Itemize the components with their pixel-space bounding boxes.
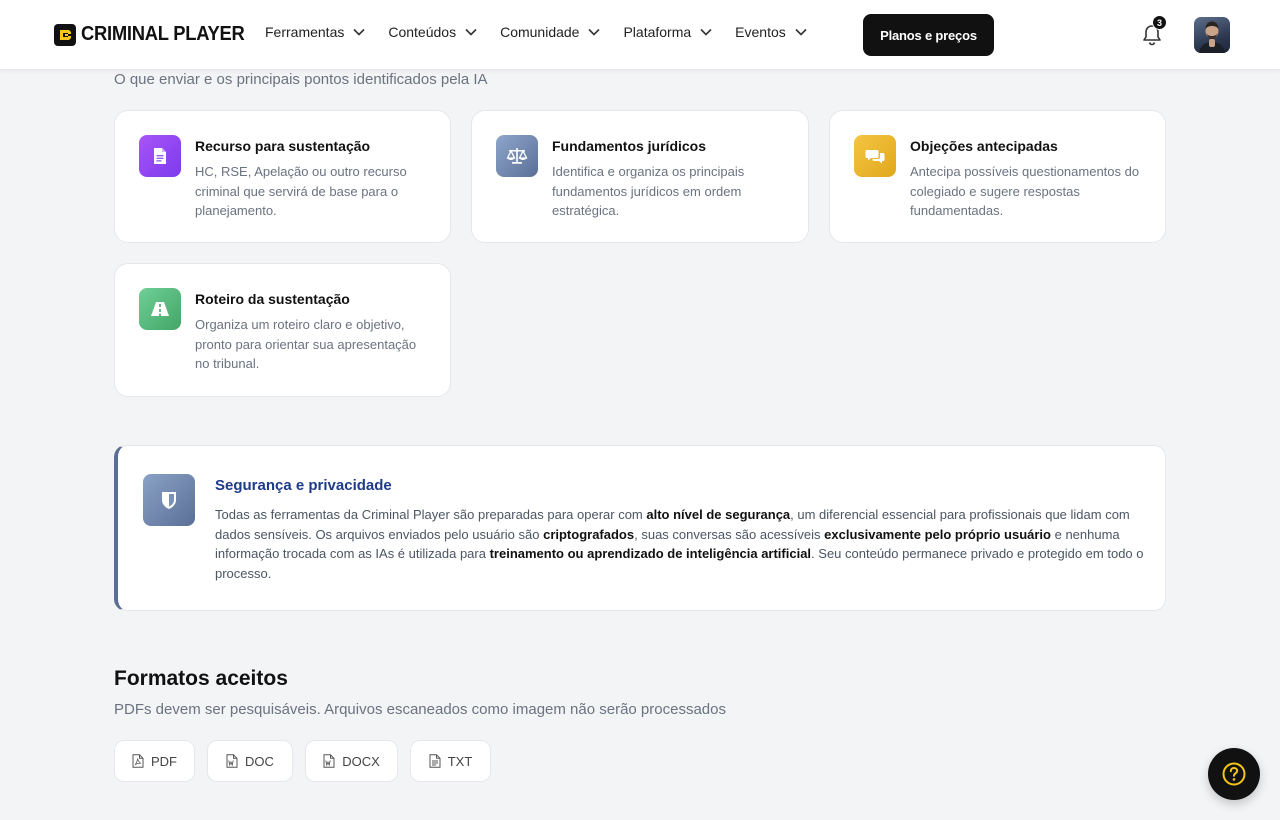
nav-item-eventos[interactable]: Eventos bbox=[735, 24, 809, 40]
chevron-down-icon bbox=[353, 28, 365, 36]
nav-item-plataforma[interactable]: Plataforma bbox=[623, 24, 714, 40]
shield-icon bbox=[143, 474, 195, 526]
chevron-down-icon bbox=[795, 28, 807, 36]
card-title: Objeções antecipadas bbox=[910, 138, 1058, 154]
chat-bubbles-icon bbox=[854, 135, 896, 177]
format-label: DOCX bbox=[342, 753, 380, 769]
section-subtitle: O que enviar e os principais pontos iden… bbox=[114, 71, 488, 88]
card-title: Recurso para sustentação bbox=[195, 138, 371, 154]
brand-logo[interactable]: CRIMINAL PLAYER bbox=[54, 23, 259, 46]
text-file-icon bbox=[429, 754, 441, 768]
format-label: TXT bbox=[447, 753, 473, 769]
brand-name: CRIMINAL PLAYER bbox=[81, 23, 245, 45]
nav-item-conteudos[interactable]: Conteúdos bbox=[388, 24, 479, 40]
format-chip-doc: DOC bbox=[207, 740, 293, 782]
emphasis-text: alto nível de segurança bbox=[646, 507, 791, 522]
nav-label: Conteúdos bbox=[388, 24, 457, 40]
security-title: Segurança e privacidade bbox=[215, 477, 392, 494]
pdf-file-icon bbox=[132, 754, 144, 768]
feature-card-roteiro: Roteiro da sustentação Organiza um rotei… bbox=[114, 263, 451, 397]
feature-card-recurso: Recurso para sustentação HC, RSE, Apelaç… bbox=[114, 110, 451, 243]
word-file-icon bbox=[323, 754, 335, 768]
text-segment: , suas conversas são acessíveis bbox=[634, 526, 825, 542]
format-chip-txt: TXT bbox=[410, 740, 491, 782]
emphasis-text: exclusivamente pelo próprio usuário bbox=[824, 526, 1051, 542]
nav-label: Plataforma bbox=[623, 24, 692, 40]
chevron-down-icon bbox=[588, 28, 601, 36]
card-description: Identifica e organiza os principais fund… bbox=[552, 164, 745, 218]
formats-title: Formatos aceitos bbox=[114, 667, 288, 690]
user-avatar[interactable] bbox=[1194, 17, 1230, 53]
card-description: Organiza um roteiro claro e objetivo, pr… bbox=[195, 317, 417, 371]
word-file-icon bbox=[226, 754, 238, 768]
security-description: Todas as ferramentas da Criminal Player … bbox=[215, 505, 1145, 583]
brand-mark-icon bbox=[54, 23, 76, 46]
format-label: DOC bbox=[245, 753, 274, 769]
formats-subtitle: PDFs devem ser pesquisáveis. Arquivos es… bbox=[114, 701, 726, 718]
nav-item-ferramentas[interactable]: Ferramentas bbox=[265, 24, 367, 40]
format-chip-docx: DOCX bbox=[305, 740, 398, 782]
document-icon bbox=[139, 135, 181, 177]
card-title: Fundamentos jurídicos bbox=[552, 138, 707, 154]
format-label: PDF bbox=[151, 753, 177, 769]
card-description: HC, RSE, Apelação ou outro recurso crimi… bbox=[195, 164, 407, 218]
nav-label: Ferramentas bbox=[265, 24, 345, 40]
format-chip-pdf: PDF bbox=[114, 740, 195, 782]
notification-badge: 3 bbox=[1152, 15, 1167, 30]
nav-label: Eventos bbox=[735, 24, 786, 40]
scale-icon bbox=[496, 135, 538, 177]
nav-label: Comunidade bbox=[500, 24, 580, 40]
plans-pricing-button[interactable]: Planos e preços bbox=[863, 14, 994, 56]
chevron-down-icon bbox=[465, 28, 477, 36]
help-button[interactable] bbox=[1208, 748, 1260, 800]
chevron-down-icon bbox=[700, 28, 712, 36]
emphasis-text: treinamento ou aprendizado de inteligênc… bbox=[489, 546, 812, 562]
nav-item-comunidade[interactable]: Comunidade bbox=[500, 24, 602, 40]
emphasis-text: criptografados bbox=[543, 526, 635, 542]
card-description: Antecipa possíveis questionamentos do co… bbox=[910, 164, 1140, 218]
card-title: Roteiro da sustentação bbox=[195, 291, 350, 307]
security-privacy-panel: Segurança e privacidade Todas as ferrame… bbox=[114, 445, 1166, 611]
main-nav: Ferramentas Conteúdos Comunidade Platafo… bbox=[265, 24, 809, 40]
feature-card-objecoes: Objeções antecipadas Antecipa possíveis … bbox=[829, 110, 1166, 243]
question-mark-icon bbox=[1222, 762, 1246, 786]
avatar-portrait bbox=[1199, 21, 1225, 53]
road-icon bbox=[139, 288, 181, 330]
feature-card-fundamentos: Fundamentos jurídicos Identifica e organ… bbox=[471, 110, 809, 243]
top-navigation-bar: CRIMINAL PLAYER Ferramentas Conteúdos Co… bbox=[0, 0, 1280, 70]
text-segment: Todas as ferramentas da Criminal Player … bbox=[215, 507, 647, 522]
